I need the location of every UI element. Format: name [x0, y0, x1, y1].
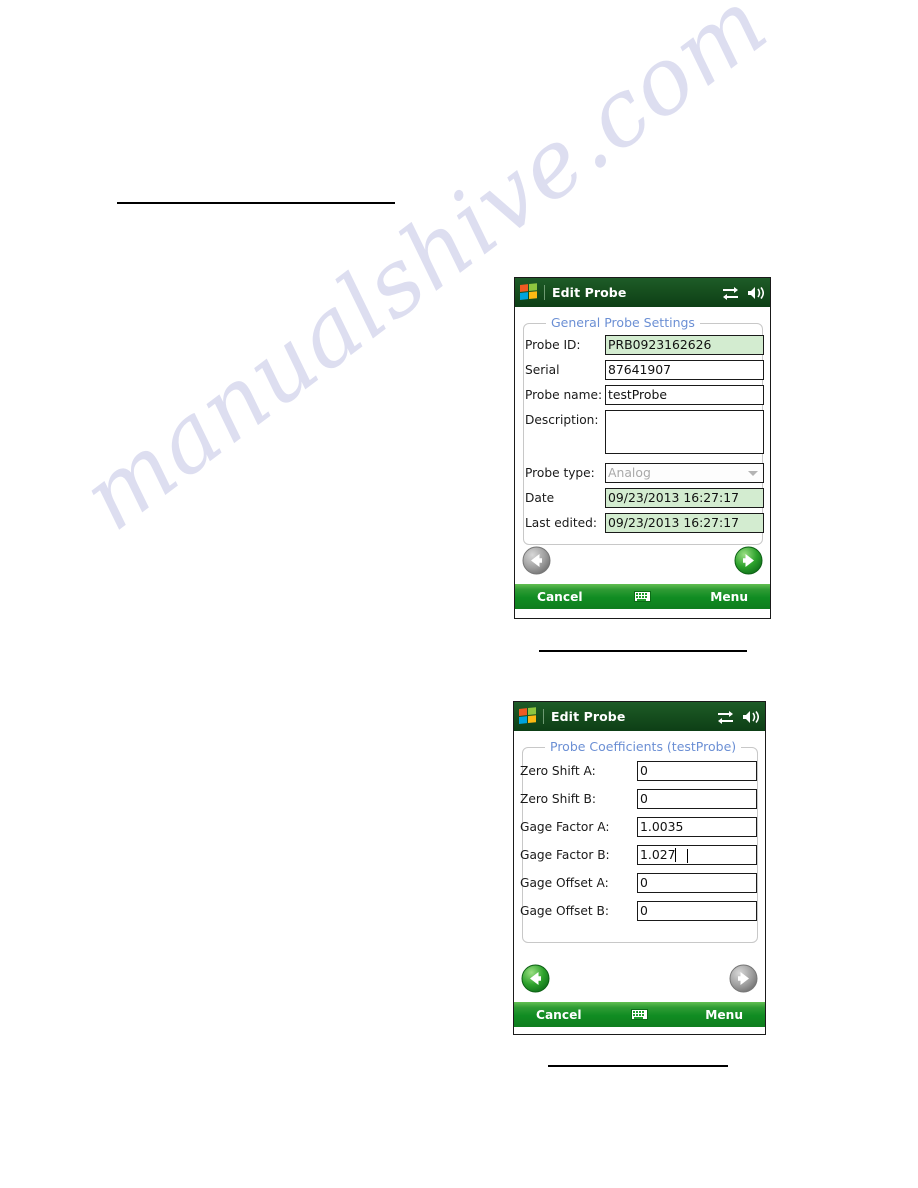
probe-id-field: PRB0923162626 [605, 335, 764, 355]
softkey-bar: Cancel Menu [514, 1002, 765, 1027]
menu-softkey[interactable]: Menu [655, 590, 771, 604]
field-label: Last edited: [525, 516, 598, 530]
cancel-softkey[interactable]: Cancel [514, 1008, 628, 1022]
field-label: Gage Factor A: [520, 820, 610, 834]
top-rule [117, 202, 395, 204]
screen-client-area: General Probe Settings Probe ID: PRB0923… [515, 307, 770, 584]
pda-screenshot-probe-coefficients: Edit Probe Probe Coefficients (testProbe… [513, 701, 766, 1035]
titlebar-title: Edit Probe [551, 709, 626, 724]
middle-rule [539, 650, 747, 652]
field-label: Gage Offset B: [520, 904, 609, 918]
field-label: Probe ID: [525, 338, 581, 352]
group-legend: Probe Coefficients (testProbe) [545, 739, 742, 754]
probe-type-value: Analog [608, 465, 651, 480]
gage-offset-b-field[interactable]: 0 [637, 901, 757, 921]
volume-icon[interactable] [742, 710, 759, 724]
titlebar-icons [722, 286, 764, 300]
next-button[interactable] [734, 546, 763, 575]
navigation-strip [515, 540, 770, 584]
field-row-gage-offset-a: Gage Offset A: 0 [520, 873, 757, 893]
keyboard-icon[interactable] [631, 591, 655, 602]
form-fields: Zero Shift A: 0 Zero Shift B: 0 Gage Fac… [520, 761, 757, 926]
titlebar-title: Edit Probe [552, 285, 627, 300]
field-row-last-edited: Last edited: 09/23/2013 16:27:17 [525, 513, 764, 533]
field-label: Probe name: [525, 388, 603, 402]
field-row-probe-id: Probe ID: PRB0923162626 [525, 335, 764, 355]
zero-shift-a-field[interactable]: 0 [637, 761, 757, 781]
date-field: 09/23/2013 16:27:17 [605, 488, 764, 508]
field-label: Gage Factor B: [520, 848, 610, 862]
zero-shift-b-field[interactable]: 0 [637, 789, 757, 809]
windows-mobile-logo-icon [520, 283, 539, 302]
last-edited-field: 09/23/2013 16:27:17 [605, 513, 764, 533]
pda-screenshot-general-probe-settings: Edit Probe General Probe Settings Probe … [514, 277, 771, 619]
connectivity-icon[interactable] [717, 710, 734, 724]
keyboard-icon[interactable] [628, 1009, 652, 1020]
field-row-zero-shift-b: Zero Shift B: 0 [520, 789, 757, 809]
field-row-probe-name: Probe name: testProbe [525, 385, 764, 405]
field-row-probe-type: Probe type: Analog [525, 463, 764, 483]
field-row-gage-factor-b: Gage Factor B: 1.027 [520, 845, 757, 865]
field-label: Gage Offset A: [520, 876, 609, 890]
softkey-bar: Cancel Menu [515, 584, 770, 609]
field-label: Date [525, 491, 555, 505]
next-button[interactable] [729, 964, 758, 993]
bottom-rule [548, 1065, 728, 1067]
titlebar-divider [544, 285, 545, 300]
field-label: Zero Shift B: [520, 792, 596, 806]
field-label: Description: [525, 413, 599, 427]
gage-factor-b-field[interactable]: 1.027 [637, 845, 757, 865]
chevron-down-icon [748, 470, 758, 476]
titlebar-icons [717, 710, 759, 724]
gage-factor-a-field[interactable]: 1.0035 [637, 817, 757, 837]
group-legend: General Probe Settings [546, 315, 700, 330]
gage-offset-a-field[interactable]: 0 [637, 873, 757, 893]
field-label: Serial [525, 363, 560, 377]
form-fields: Probe ID: PRB0923162626 Serial 87641907 … [525, 335, 764, 538]
menu-softkey[interactable]: Menu [652, 1008, 766, 1022]
field-row-gage-offset-b: Gage Offset B: 0 [520, 901, 757, 921]
titlebar-divider [543, 709, 544, 724]
back-button[interactable] [522, 546, 551, 575]
field-label: Probe type: [525, 466, 595, 480]
connectivity-icon[interactable] [722, 286, 739, 300]
cancel-softkey[interactable]: Cancel [515, 590, 631, 604]
serial-field[interactable]: 87641907 [605, 360, 764, 380]
screen-client-area: Probe Coefficients (testProbe) Zero Shif… [514, 731, 765, 1002]
field-label: Zero Shift A: [520, 764, 596, 778]
description-field[interactable] [605, 410, 764, 454]
titlebar: Edit Probe [514, 702, 765, 731]
field-row-serial: Serial 87641907 [525, 360, 764, 380]
volume-icon[interactable] [747, 286, 764, 300]
probe-type-dropdown[interactable]: Analog [605, 463, 764, 483]
field-row-date: Date 09/23/2013 16:27:17 [525, 488, 764, 508]
windows-mobile-logo-icon [519, 707, 538, 726]
titlebar: Edit Probe [515, 278, 770, 307]
navigation-strip [514, 958, 765, 1002]
probe-name-field[interactable]: testProbe [605, 385, 764, 405]
field-row-description: Description: [525, 410, 764, 454]
field-row-gage-factor-a: Gage Factor A: 1.0035 [520, 817, 757, 837]
field-row-zero-shift-a: Zero Shift A: 0 [520, 761, 757, 781]
back-button[interactable] [521, 964, 550, 993]
